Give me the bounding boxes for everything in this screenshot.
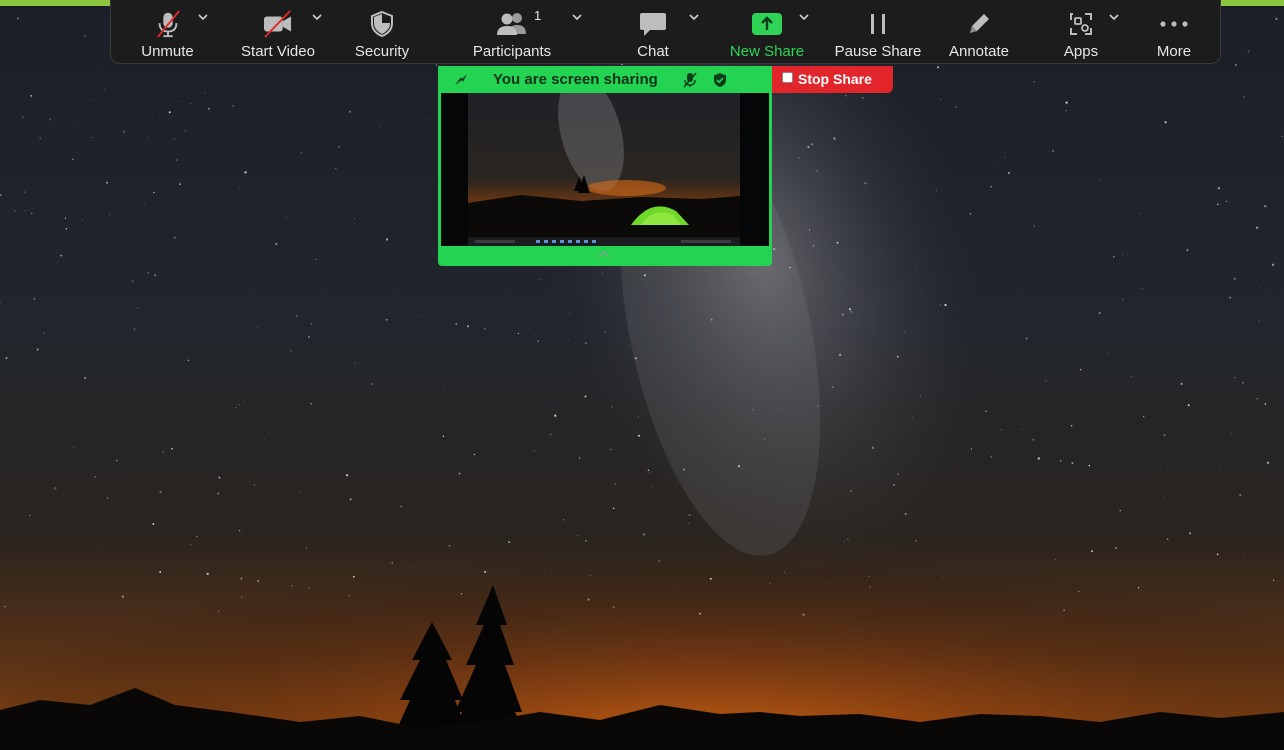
microphone-muted-icon[interactable] [682, 72, 698, 88]
shared-screen-preview [441, 93, 769, 246]
screen-sharing-panel: You are screen sharing [438, 66, 772, 266]
annotate-button[interactable]: Annotate [941, 0, 1017, 64]
more-label: More [1156, 43, 1192, 60]
new-share-button[interactable]: New Share [723, 0, 811, 64]
pause-share-label: Pause Share [834, 43, 922, 60]
participants-button[interactable]: Participants [467, 0, 557, 64]
pause-share-button[interactable]: Pause Share [831, 0, 925, 64]
chat-options-chevron-down-icon[interactable] [687, 12, 701, 22]
start-video-button[interactable]: Start Video [235, 0, 321, 64]
meeting-toolbar: Unmute Start Video Security Participants… [110, 0, 1221, 64]
sharing-status-text: You are screen sharing [493, 71, 658, 88]
pencil-icon [970, 14, 989, 33]
chat-label: Chat [637, 43, 669, 60]
sharing-status-bar[interactable]: You are screen sharing [438, 66, 772, 93]
pause-icon [871, 14, 885, 34]
shield-icon [371, 10, 393, 38]
window-edge-left [0, 0, 110, 6]
window-edge-right [1221, 0, 1284, 6]
apps-options-chevron-down-icon[interactable] [1107, 12, 1121, 22]
annotate-label: Annotate [948, 43, 1010, 60]
stop-share-label: Stop Share [798, 71, 872, 87]
stop-square-icon [782, 72, 793, 83]
apps-button[interactable]: Apps [1056, 0, 1106, 64]
security-button[interactable]: Security [347, 0, 417, 64]
security-shield-check-icon[interactable] [712, 72, 728, 88]
chat-bubble-icon [640, 13, 666, 36]
unmute-button[interactable]: Unmute [125, 0, 210, 64]
unmute-label: Unmute [141, 43, 194, 60]
participants-icon [497, 13, 526, 35]
participants-options-chevron-down-icon[interactable] [570, 12, 584, 22]
video-options-chevron-down-icon[interactable] [310, 12, 324, 22]
video-camera-off-icon [264, 10, 292, 38]
audio-options-chevron-down-icon[interactable] [196, 12, 210, 22]
expand-panel-chevron-up-icon[interactable] [596, 249, 612, 259]
start-video-label: Start Video [241, 43, 315, 60]
apps-label: Apps [1063, 43, 1099, 60]
share-options-chevron-down-icon[interactable] [797, 12, 811, 22]
participants-label: Participants [472, 43, 552, 60]
new-share-label: New Share [729, 43, 805, 60]
stop-share-button[interactable]: Stop Share [772, 66, 893, 93]
share-up-arrow-icon [752, 13, 782, 35]
microphone-muted-icon [156, 10, 180, 38]
more-button[interactable]: More [1149, 0, 1199, 64]
chat-button[interactable]: Chat [623, 0, 683, 64]
more-dots-icon [1160, 21, 1188, 27]
participant-count-badge: 1 [534, 8, 542, 23]
security-label: Security [354, 43, 410, 60]
apps-icon [1070, 13, 1092, 35]
sharing-indicator-icon [455, 74, 467, 85]
